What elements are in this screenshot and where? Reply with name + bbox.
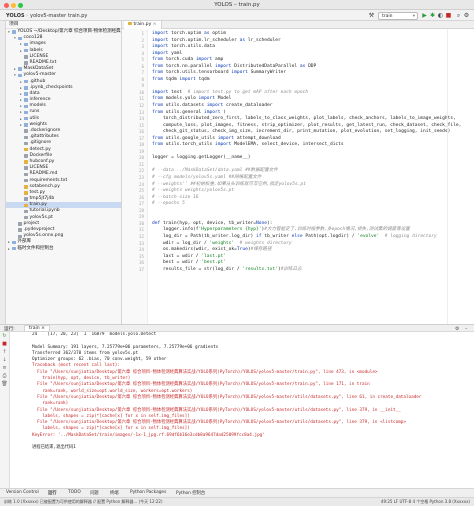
panel-options-gear-icon[interactable]: ⚙ — [455, 326, 459, 332]
breadcrumb-separator: › — [64, 12, 66, 19]
run-tab-label: train — [29, 326, 40, 331]
run-panel-header: 运行: train × ⚙ – — [0, 324, 474, 332]
code-line[interactable]: results_file = str(log_dir / 'results.tx… — [152, 267, 474, 274]
file-icon — [24, 129, 28, 133]
breadcrumb-separator: › — [26, 12, 28, 19]
project-tree-item-label: 临时文件和控制台 — [17, 245, 54, 251]
console-line: 进程已结束,退出代码1 — [32, 445, 76, 451]
breadcrumb-folder[interactable]: yolov5-master — [30, 13, 66, 19]
breadcrumb-file[interactable]: train.py — [68, 13, 87, 19]
code-line[interactable]: check_git_status, check_img_size, increm… — [152, 129, 474, 136]
bottom-tab[interactable]: TODO — [68, 490, 81, 495]
file-icon — [24, 172, 28, 177]
breadcrumb-project[interactable]: YOLOS — [6, 13, 25, 19]
close-tab-icon[interactable]: × — [153, 22, 157, 27]
soft-wrap-icon[interactable]: ≡ — [0, 364, 9, 372]
python-file-icon — [24, 185, 28, 189]
python-file-icon — [24, 147, 28, 152]
project-header-label[interactable]: 项目 — [9, 22, 19, 27]
right-margin-guide — [447, 29, 448, 324]
rerun-icon[interactable]: ↻ — [0, 332, 9, 340]
run-configuration-select[interactable]: train ▾ — [378, 12, 418, 20]
folder-icon — [24, 86, 28, 90]
folder-icon — [12, 240, 16, 245]
scroll-down-icon[interactable]: ↓ — [0, 356, 9, 364]
code-content[interactable]: import torch.optim as optim import torch.… — [148, 29, 474, 273]
debug-icon[interactable]: ✱ — [429, 12, 436, 20]
file-icon — [24, 166, 28, 170]
coverage-icon[interactable]: ◐ — [437, 12, 444, 20]
status-info[interactable]: 49:25 LF UTF-8 4 个空格 Python 3.8 (Xxxxxx) — [381, 499, 470, 505]
status-message[interactable]: 训练 1.0 (Xxxxxx) 已被配置为可供使用的解释器 // 配置 Pyth… — [4, 499, 163, 505]
file-icon — [24, 61, 28, 65]
line-numbers: 1 2 3 4 5 6 7 8 9 10 11 12 13 14 15 16 1… — [138, 31, 144, 272]
build-hammer-icon[interactable]: ⚒ — [368, 12, 375, 20]
code-line[interactable]: log_dir = Path(tb_writer.log_dir) if tb_… — [152, 234, 474, 241]
folder-icon — [24, 92, 28, 96]
python-file-icon — [128, 21, 132, 25]
python-file-icon — [24, 203, 28, 208]
folder-icon — [24, 104, 28, 109]
editor-tab-bar — [122, 21, 474, 29]
file-icon — [18, 222, 22, 226]
folder-icon — [18, 67, 22, 71]
hide-panel-icon[interactable]: – — [465, 326, 468, 332]
bottom-tab[interactable]: 运行 — [48, 490, 57, 496]
folder-icon — [18, 73, 22, 78]
run-panel-toolbar: ↻ ■ ↑ ↓ ≡ ⎙ 🗑 — [0, 332, 10, 488]
folder-icon — [12, 246, 16, 251]
settings-gear-icon[interactable]: ⚙ — [463, 12, 470, 20]
editor-tab-label: train.py — [133, 22, 152, 27]
run-console-output[interactable]: 24 [17, 20, 23] 1 16879 models.yolo.Dete… — [10, 332, 474, 488]
code-editor[interactable]: import torch.optim as optim import torch.… — [148, 29, 474, 324]
bottom-tab[interactable]: Python 控制台 — [176, 490, 205, 496]
code-line[interactable]: torch_distributed_zero_first, labels_to_… — [152, 116, 474, 123]
folder-icon — [24, 48, 28, 53]
file-icon — [24, 197, 28, 201]
run-icon[interactable]: ▶ — [421, 12, 428, 20]
folder-icon — [24, 116, 28, 121]
file-icon — [18, 234, 22, 239]
file-icon — [24, 55, 28, 59]
line-number-gutter: 1 2 3 4 5 6 7 8 9 10 11 12 13 14 15 16 1… — [122, 29, 148, 324]
file-icon — [18, 228, 22, 232]
scroll-up-icon[interactable]: ↑ — [0, 348, 9, 356]
folder-icon — [24, 79, 28, 84]
window-title: YOLOS – train.py — [214, 1, 260, 8]
python-file-icon — [24, 160, 28, 164]
bottom-tab[interactable]: 终端 — [110, 490, 119, 496]
run-configuration-label: train — [382, 14, 393, 19]
trash-icon[interactable]: 🗑 — [0, 380, 9, 388]
file-icon — [24, 178, 28, 183]
project-panel: 项目 ▾ YOLOS ~/Desktop/第六章 综合项目-物体检测经典 ▾ coco… — [6, 21, 122, 324]
python-file-icon — [24, 191, 28, 195]
chevron-down-icon: ▾ — [412, 14, 415, 19]
console-line[interactable]: File "/Users/sunjiatia/Desktop/第六章 综合项目-… — [10, 395, 474, 401]
file-icon — [24, 135, 28, 140]
print-icon[interactable]: ⎙ — [0, 372, 9, 380]
folder-icon — [24, 98, 28, 102]
stop-run-icon[interactable]: ■ — [0, 340, 9, 348]
stop-icon[interactable]: ■ — [445, 12, 452, 20]
file-icon — [24, 141, 28, 146]
project-panel-header: 项目 — [6, 21, 121, 29]
file-icon — [24, 209, 28, 214]
editor-tab-train[interactable]: train.py × — [124, 21, 162, 29]
file-icon — [24, 215, 28, 220]
bottom-tab[interactable]: 问题 — [90, 490, 99, 496]
search-icon[interactable]: ⌕ — [455, 12, 462, 20]
folder-icon — [12, 30, 16, 34]
file-icon — [24, 154, 28, 158]
folder-icon — [24, 123, 28, 127]
folder-icon — [24, 42, 28, 47]
project-tree-item[interactable]: ▸ 临时文件和控制台 — [6, 246, 121, 252]
bottom-tab[interactable]: Version Control — [6, 490, 39, 495]
bottom-tab[interactable]: Python Packages — [130, 490, 166, 495]
folder-icon — [24, 110, 28, 115]
folder-icon — [18, 36, 22, 41]
run-tab-train[interactable]: train × — [24, 325, 51, 332]
project-tree: ▾ YOLOS ~/Desktop/第六章 综合项目-物体检测经典 ▾ coco128… — [6, 29, 121, 252]
